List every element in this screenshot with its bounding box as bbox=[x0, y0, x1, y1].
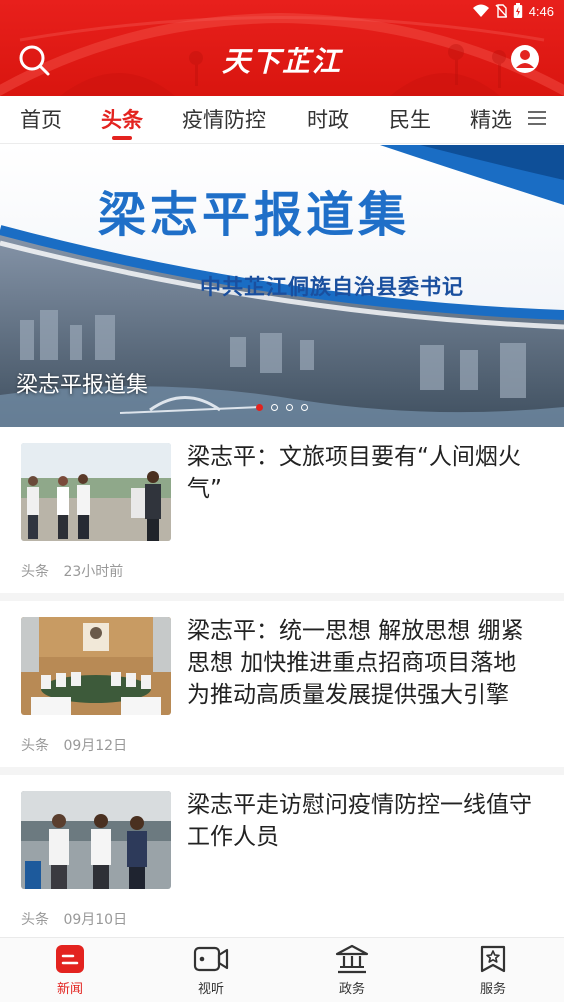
no-sim-icon bbox=[495, 4, 507, 18]
news-photo bbox=[21, 791, 171, 889]
nav-news[interactable]: 新闻 bbox=[30, 944, 110, 997]
carousel-dot[interactable] bbox=[301, 404, 308, 411]
video-icon bbox=[193, 946, 229, 972]
tab-epidemic-control[interactable]: 疫情防控 bbox=[182, 104, 266, 134]
news-list-item[interactable]: 梁志平走访慰问疫情防控一线值守工作人员 头条 09月10日 bbox=[0, 775, 564, 937]
carousel-dot[interactable] bbox=[286, 404, 293, 411]
news-meta: 头条 23小时前 bbox=[21, 561, 133, 581]
tab-politics[interactable]: 时政 bbox=[307, 104, 349, 134]
news-list-item[interactable]: 梁志平：统一思想 解放思想 绷紧思想 加快推进重点招商项目落地为推动高质量发展提… bbox=[0, 601, 564, 767]
user-icon bbox=[511, 45, 539, 73]
bottom-navigation: 新闻 视听 政务 服务 bbox=[0, 937, 564, 1002]
wifi-icon bbox=[472, 4, 489, 17]
nav-video[interactable]: 视听 bbox=[171, 944, 251, 997]
news-meta: 头条 09月12日 bbox=[21, 735, 137, 755]
carousel-dot[interactable] bbox=[271, 404, 278, 411]
service-icon bbox=[480, 945, 506, 973]
nav-service[interactable]: 服务 bbox=[453, 944, 533, 997]
banner-caption: 梁志平报道集 bbox=[16, 373, 149, 398]
news-category: 头条 bbox=[21, 912, 49, 928]
news-photo bbox=[21, 617, 171, 715]
category-tabs: 首页 头条 疫情防控 时政 民生 精选 bbox=[0, 96, 564, 144]
news-title: 梁志平：文旅项目要有“人间烟火气” bbox=[187, 444, 521, 502]
news-thumbnail bbox=[21, 617, 171, 715]
nav-government[interactable]: 政务 bbox=[312, 944, 392, 997]
active-tab-indicator bbox=[112, 136, 132, 140]
banner-carousel[interactable]: 梁志平报道集 中共芷江侗族自治县委书记 梁志平报道集 bbox=[0, 145, 564, 427]
clock: 4:46 bbox=[528, 3, 554, 19]
news-time: 23小时前 bbox=[63, 564, 124, 580]
tab-headlines[interactable]: 头条 bbox=[101, 104, 143, 134]
government-icon bbox=[335, 944, 369, 974]
tab-home[interactable]: 首页 bbox=[20, 104, 62, 134]
nav-label: 政务 bbox=[338, 982, 365, 997]
status-bar: 4:46 bbox=[0, 0, 564, 24]
news-photo bbox=[21, 443, 171, 541]
tab-livelihood[interactable]: 民生 bbox=[389, 104, 431, 134]
carousel-indicator bbox=[256, 404, 308, 411]
nav-label: 视听 bbox=[197, 982, 224, 997]
news-thumbnail bbox=[21, 791, 171, 889]
battery-icon bbox=[513, 3, 522, 18]
tab-featured[interactable]: 精选 bbox=[470, 104, 512, 134]
news-category: 头条 bbox=[21, 564, 49, 580]
menu-icon[interactable] bbox=[528, 110, 546, 126]
carousel-dot[interactable] bbox=[256, 404, 263, 411]
app-logo: 天下芷江 bbox=[221, 45, 342, 78]
nav-label: 服务 bbox=[479, 982, 506, 997]
news-list-item[interactable]: 梁志平：文旅项目要有“人间烟火气” 头条 23小时前 bbox=[0, 427, 564, 593]
banner-title: 梁志平报道集 bbox=[98, 187, 411, 243]
news-icon bbox=[56, 945, 84, 973]
news-title: 梁志平走访慰问疫情防控一线值守工作人员 bbox=[187, 792, 532, 850]
news-time: 09月10日 bbox=[63, 912, 128, 928]
divider bbox=[0, 767, 564, 775]
banner-subtitle: 中共芷江侗族自治县委书记 bbox=[200, 275, 464, 299]
divider bbox=[0, 593, 564, 601]
app-header: 4:46 天下芷江 bbox=[0, 0, 564, 96]
news-time: 09月12日 bbox=[63, 738, 128, 754]
news-thumbnail bbox=[21, 443, 171, 541]
news-title: 梁志平：统一思想 解放思想 绷紧思想 加快推进重点招商项目落地为推动高质量发展提… bbox=[187, 618, 524, 708]
nav-label: 新闻 bbox=[56, 982, 83, 997]
user-profile-button[interactable] bbox=[510, 44, 540, 74]
news-category: 头条 bbox=[21, 738, 49, 754]
news-meta: 头条 09月10日 bbox=[21, 909, 137, 929]
